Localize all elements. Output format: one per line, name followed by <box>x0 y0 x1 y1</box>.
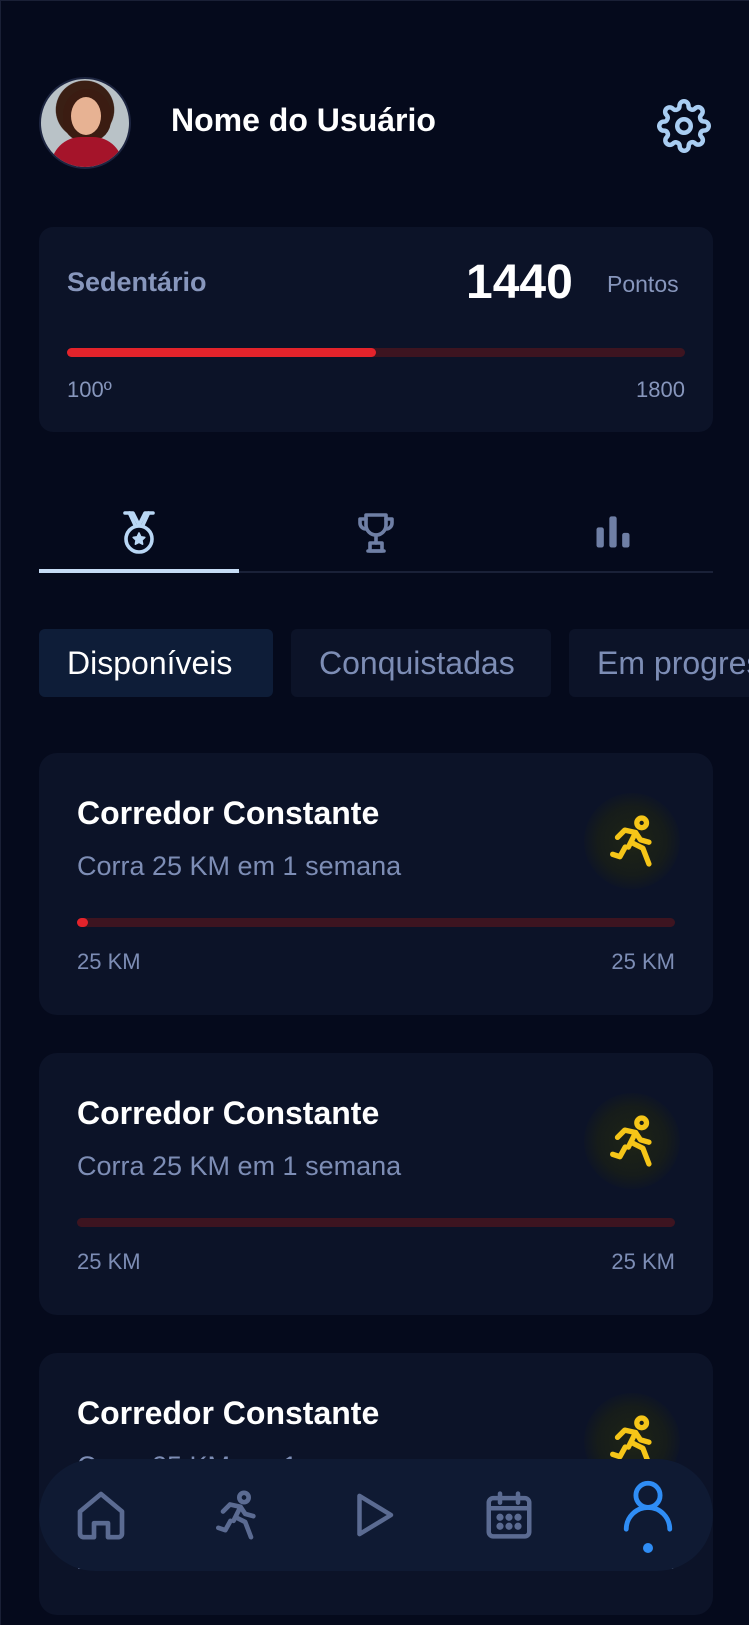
home-icon <box>77 1491 125 1540</box>
challenge-title: Corredor Constante <box>77 1395 380 1431</box>
level-card: Sedentário 1440 Pontos 100º 1800 <box>39 227 713 432</box>
nav-home[interactable] <box>69 1483 133 1547</box>
level-min-label: 100º <box>67 377 112 402</box>
nav-play[interactable] <box>341 1483 405 1547</box>
tab-stats[interactable] <box>513 501 713 571</box>
section-tabs <box>39 501 713 573</box>
running-icon <box>610 1115 652 1167</box>
bar-chart-icon <box>596 516 630 548</box>
challenge-progress-track <box>77 918 675 927</box>
challenge-description: Corra 25 KM em 1 semana <box>77 1151 402 1181</box>
chip-available[interactable]: Disponíveis <box>39 629 273 697</box>
challenge-min-label: 25 KM <box>77 949 141 974</box>
challenge-title: Corredor Constante <box>77 1095 380 1131</box>
challenge-max-label: 25 KM <box>611 1249 675 1274</box>
avatar-face <box>71 97 101 135</box>
profile-icon <box>623 1480 673 1532</box>
bottom-nav <box>39 1459 713 1571</box>
points-value: 1440 <box>466 256 573 309</box>
tab-trophies[interactable] <box>276 501 476 571</box>
challenge-description: Corra 25 KM em 1 semana <box>77 851 402 881</box>
challenge-card[interactable]: Corredor Constante Corra 25 KM em 1 sema… <box>39 1053 713 1315</box>
running-icon <box>610 815 652 867</box>
challenge-progress-fill <box>77 918 88 927</box>
app-frame: Nome do Usuário Sedentário 1440 Pontos 1… <box>0 0 749 1625</box>
user-name: Nome do Usuário <box>171 102 436 138</box>
medal-icon <box>123 511 155 554</box>
nav-calendar[interactable] <box>477 1483 541 1547</box>
level-max-label: 1800 <box>636 377 685 402</box>
challenge-title: Corredor Constante <box>77 795 380 831</box>
calendar-icon <box>486 1491 532 1539</box>
challenge-badge <box>584 793 680 889</box>
level-progress-fill <box>67 348 376 357</box>
challenge-card[interactable]: Corredor Constante Corra 25 KM em 1 sema… <box>39 753 713 1015</box>
tab-medals[interactable] <box>39 501 239 573</box>
running-icon <box>216 1490 256 1540</box>
chip-in-progress[interactable]: Em progresso <box>569 629 749 697</box>
active-indicator-dot <box>643 1543 653 1553</box>
play-icon <box>357 1493 394 1537</box>
avatar[interactable] <box>39 77 131 169</box>
level-progress-track <box>67 348 685 357</box>
challenge-max-label: 25 KM <box>611 949 675 974</box>
challenge-min-label: 25 KM <box>77 1249 141 1274</box>
challenge-progress-track <box>77 1218 675 1227</box>
avatar-shirt <box>51 137 123 167</box>
points-label: Pontos <box>607 271 679 297</box>
nav-profile[interactable] <box>616 1473 680 1537</box>
level-name: Sedentário <box>67 267 207 297</box>
chip-achieved[interactable]: Conquistadas <box>291 629 551 697</box>
nav-activity[interactable] <box>205 1483 269 1547</box>
gear-icon[interactable] <box>657 99 711 153</box>
challenge-badge <box>584 1093 680 1189</box>
trophy-icon <box>358 513 394 553</box>
filter-chips: Disponíveis Conquistadas Em progresso <box>39 629 749 699</box>
